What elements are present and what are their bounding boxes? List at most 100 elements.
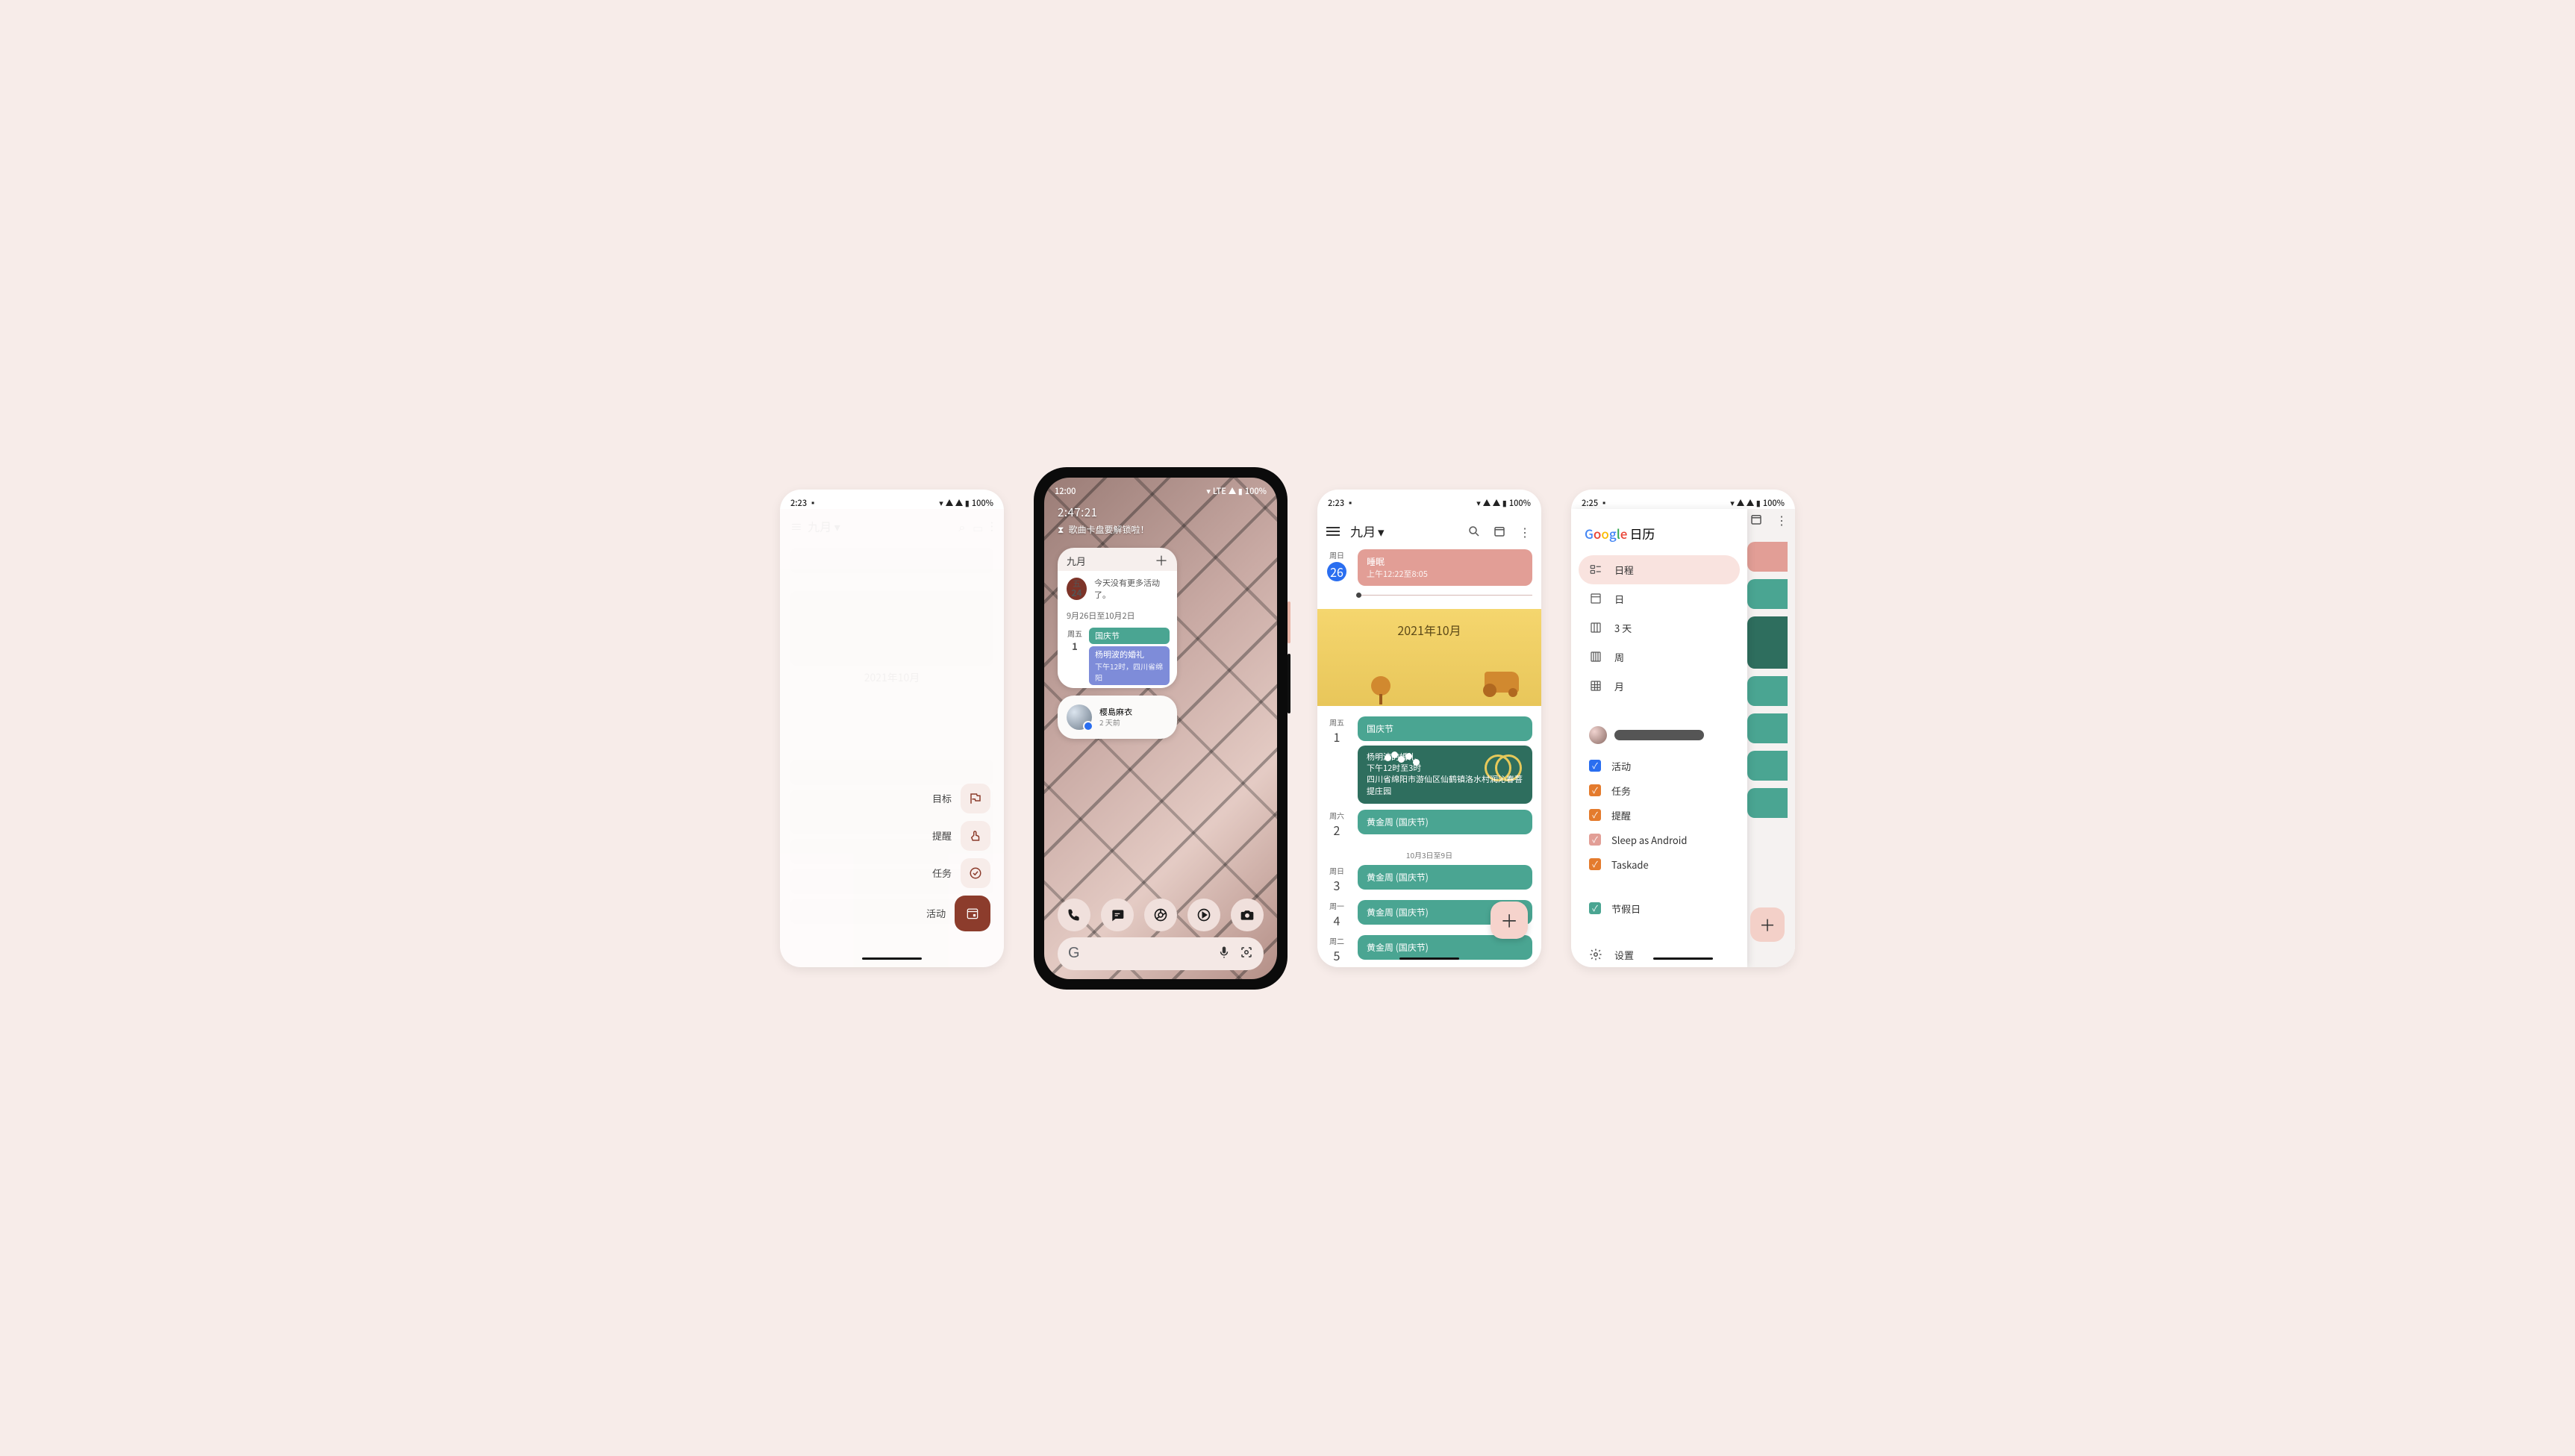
- widget-event-wedding[interactable]: 杨明波的婚礼 下午12时，四川省绵阳: [1089, 646, 1170, 685]
- status-icons: ▾ ▮ 100%: [939, 497, 993, 509]
- calendar-toggle[interactable]: ✓ 任务: [1579, 778, 1740, 803]
- account-name-redacted: [1614, 730, 1704, 740]
- week-view-icon: [1589, 650, 1602, 663]
- threeday-view-icon: [1589, 621, 1602, 634]
- month-banner: 2021年10月: [1317, 609, 1541, 706]
- month-dropdown[interactable]: 九月 ▾: [1350, 522, 1385, 540]
- menu-icon[interactable]: [1326, 527, 1340, 536]
- today-icon[interactable]: [1749, 512, 1764, 527]
- chevron-down-icon: ▾: [1378, 522, 1385, 540]
- device-frame: 12:00 ▾ LTE ▮ 100% 2:47:21 ⧗歌曲卡盘要解锁啦！ 九月…: [1034, 467, 1288, 990]
- avatar: [1589, 726, 1607, 744]
- drawer-view-month[interactable]: 月: [1579, 672, 1740, 701]
- screen-calendar-list: 2:23 ▪ ▾ ▮ 100% 九月 ▾ ⋮ 周日26睡眠上午12:22至8:0…: [1317, 490, 1541, 967]
- background-event-peek: [1747, 676, 1788, 706]
- messages-app-badge-icon: [1083, 721, 1093, 731]
- widget-event-national-day[interactable]: 国庆节: [1089, 628, 1170, 644]
- screen-drawer: 2:25 ▪ ▾ ▮ 100% ⋮ Google 日历 日程 日 3 天 周 月…: [1571, 490, 1795, 967]
- widget-week-range: 9月26日至10月2日: [1058, 607, 1177, 625]
- event-icon: [955, 896, 990, 931]
- speed-dial-goal[interactable]: 目标: [932, 784, 990, 813]
- finger-icon: [961, 821, 990, 851]
- search-icon[interactable]: [1467, 524, 1482, 539]
- drawer-settings[interactable]: 设置: [1579, 940, 1740, 967]
- calendar-toggle[interactable]: ✓ 活动: [1579, 754, 1740, 778]
- nav-handle[interactable]: [1653, 957, 1713, 960]
- chrome-app-icon[interactable]: [1144, 899, 1177, 931]
- status-time: 2:23: [1328, 497, 1344, 509]
- volume-button[interactable]: [1288, 654, 1290, 713]
- drawer-view-week[interactable]: 周: [1579, 643, 1740, 672]
- drawer-title: Google 日历: [1579, 521, 1740, 552]
- schedule-view-icon: [1589, 563, 1602, 576]
- status-icons: ▾ LTE ▮ 100%: [1206, 485, 1267, 497]
- message-widget[interactable]: 樱島麻衣2 天前: [1058, 696, 1177, 739]
- calendar-toggle[interactable]: ✓ Taskade: [1579, 852, 1740, 877]
- fab-speed-dial: 目标 提醒 任务 活动: [926, 784, 990, 931]
- background-event-peek: [1747, 579, 1788, 609]
- today-icon[interactable]: [1492, 524, 1507, 539]
- messages-app-icon[interactable]: [1101, 899, 1134, 931]
- speed-dial-event[interactable]: 活动: [926, 896, 990, 931]
- checkbox-icon: ✓: [1589, 809, 1601, 821]
- nav-handle[interactable]: [862, 957, 922, 960]
- calendar-holidays[interactable]: ✓ 节假日: [1579, 896, 1740, 921]
- power-button[interactable]: [1288, 602, 1290, 643]
- speed-dial-task[interactable]: 任务: [932, 858, 990, 888]
- fab-create[interactable]: ＋: [1491, 902, 1528, 939]
- today-no-events: 今天没有更多活动了。: [1094, 577, 1168, 601]
- checkbox-icon: ✓: [1589, 784, 1601, 796]
- gear-icon: [1589, 948, 1602, 961]
- event-wedding[interactable]: 杨明波的婚礼下午12时至3时四川省绵阳市游仙区仙鹤镇洛水村润沁春菩提庄园: [1358, 746, 1532, 804]
- event-sleep[interactable]: 睡眠上午12:22至8:05: [1358, 549, 1532, 586]
- calendar-widget[interactable]: 九月 ＋ 五24 今天没有更多活动了。 9月26日至10月2日 周五1 国庆节 …: [1058, 548, 1177, 688]
- play-app-icon[interactable]: [1187, 899, 1220, 931]
- home-screen: 12:00 ▾ LTE ▮ 100% 2:47:21 ⧗歌曲卡盘要解锁啦！ 九月…: [1044, 478, 1277, 979]
- week-range-label: 10月3日至9日: [1326, 849, 1532, 860]
- more-icon[interactable]: ⋮: [1517, 524, 1532, 539]
- status-time: 2:23: [790, 497, 807, 509]
- status-battery: 100%: [972, 497, 993, 509]
- account-row[interactable]: [1579, 720, 1740, 750]
- background-event-peek: [1747, 751, 1788, 781]
- contact-name: 樱島麻衣: [1099, 707, 1132, 717]
- nav-handle[interactable]: [1399, 957, 1459, 960]
- at-a-glance[interactable]: 2:47:21 ⧗歌曲卡盘要解锁啦！: [1044, 502, 1277, 539]
- plus-icon[interactable]: ＋: [1155, 554, 1168, 567]
- background-event-peek: [1747, 713, 1788, 743]
- more-icon[interactable]: ⋮: [1774, 512, 1789, 527]
- search-bar[interactable]: G: [1058, 937, 1264, 970]
- drawer-view-day[interactable]: 日: [1579, 584, 1740, 613]
- calendar-toggle[interactable]: ✓ 提醒: [1579, 803, 1740, 828]
- today-date-circle: 五24: [1067, 578, 1087, 600]
- drawer-view-schedule[interactable]: 日程: [1579, 555, 1740, 584]
- widget-today-row[interactable]: 五24 今天没有更多活动了。: [1058, 571, 1177, 607]
- status-time: 12:00: [1055, 485, 1076, 497]
- mic-icon[interactable]: [1217, 945, 1231, 963]
- status-app-icon: ▪: [809, 497, 817, 509]
- fab-create[interactable]: ＋: [1750, 907, 1785, 942]
- task-icon: [961, 858, 990, 888]
- calendar-toggle[interactable]: ✓ Sleep as Android: [1579, 828, 1740, 852]
- status-bar: 12:00 ▾ LTE ▮ 100%: [1044, 478, 1277, 502]
- event-national-day[interactable]: 国庆节: [1358, 716, 1532, 741]
- phone-app-icon[interactable]: [1058, 899, 1090, 931]
- checkbox-icon: ✓: [1589, 902, 1601, 914]
- lens-icon[interactable]: [1240, 945, 1253, 963]
- speed-dial-reminder[interactable]: 提醒: [932, 821, 990, 851]
- message-time: 2 天前: [1099, 717, 1132, 727]
- day-view-icon: [1589, 592, 1602, 605]
- app-bar: 九月 ▾ ⋮: [1317, 513, 1541, 549]
- checkbox-icon: ✓: [1589, 834, 1601, 846]
- screen-fab-speed-dial: 2:23 ▪ ▾ ▮ 100% ≡ 九月 ▾ ⌕ ▭ ⋮ 2021年10月 目标…: [780, 490, 1004, 967]
- checkbox-icon: ✓: [1589, 858, 1601, 870]
- event-golden-week[interactable]: 黄金周 (国庆节): [1358, 810, 1532, 834]
- dock: [1058, 899, 1264, 931]
- background-event-peek: [1747, 616, 1788, 669]
- camera-app-icon[interactable]: [1231, 899, 1264, 931]
- now-indicator: [1359, 595, 1532, 596]
- status-bar: 2:25 ▪ ▾ ▮ 100%: [1571, 490, 1795, 513]
- focus-tip: 歌曲卡盘要解锁啦！: [1068, 523, 1149, 536]
- event-golden-week[interactable]: 黄金周 (国庆节): [1358, 865, 1532, 890]
- drawer-view-threeday[interactable]: 3 天: [1579, 613, 1740, 643]
